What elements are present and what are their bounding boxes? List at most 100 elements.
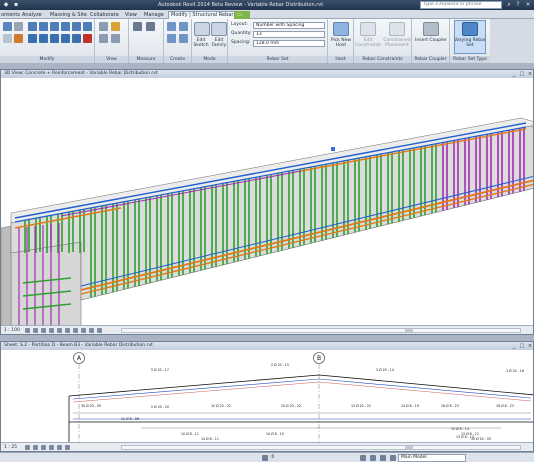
view-3d-scale[interactable]: 1 : 100 xyxy=(4,327,20,334)
filter-icon[interactable] xyxy=(380,455,386,461)
dimension-icon[interactable] xyxy=(146,22,155,31)
tab-options-toggle[interactable]: ▭ xyxy=(234,11,250,19)
view-sheet-maximize-icon[interactable]: □ xyxy=(519,343,525,349)
constrained-placement-icon[interactable] xyxy=(389,22,405,36)
search-icon[interactable]: ⌕ xyxy=(505,1,513,9)
varying-rebar-set-icon[interactable] xyxy=(462,22,478,36)
rebar-tag[interactable]: 2 Ø 20 - 20 xyxy=(151,404,169,409)
save-icon[interactable]: ▪ xyxy=(12,1,20,9)
edit-family-icon[interactable] xyxy=(211,22,227,36)
view-sheet-window[interactable]: Sheet: S.2 - Partition D - Beam B3 - Var… xyxy=(0,341,534,452)
sheet-shadows-icon[interactable] xyxy=(49,445,54,450)
view-sheet-scale[interactable]: 1 : 25 xyxy=(4,444,17,451)
view-sheet-scroll-thumb[interactable] xyxy=(405,446,413,449)
array-icon[interactable] xyxy=(61,34,70,43)
pick-host-icon[interactable] xyxy=(333,22,349,36)
temp-hide-icon[interactable] xyxy=(89,328,94,333)
offset-icon[interactable] xyxy=(39,22,48,31)
create-assembly-icon[interactable] xyxy=(167,22,176,31)
view-sheet-close-icon[interactable]: × xyxy=(527,343,533,349)
sheet-visual-style-icon[interactable] xyxy=(33,445,38,450)
stirrup-tag[interactable]: 12 Ø 8 - 08 xyxy=(121,416,139,421)
spacing-field[interactable]: 128.0 mm xyxy=(253,40,325,47)
app-menu-icon[interactable]: ◆ xyxy=(2,1,10,9)
rebar-tag[interactable]: 16 Ø 8 - 23 xyxy=(496,403,514,408)
view-filter-icon[interactable] xyxy=(111,34,120,43)
hide-icon[interactable] xyxy=(99,22,108,31)
copy-icon[interactable] xyxy=(50,34,59,43)
sheet-detail-level-icon[interactable] xyxy=(25,445,30,450)
rebar-tag[interactable]: 14 Ø 8 - 19 xyxy=(401,403,419,408)
rebar-tag[interactable]: 30 Ø 20 - 05 xyxy=(81,403,101,408)
sheet-crop-icon[interactable] xyxy=(57,445,62,450)
rebar-tag[interactable]: 10 Ø 20 - 22 xyxy=(281,403,301,408)
tab-modify-structural-rebar[interactable]: Modify | Structural Rebar xyxy=(168,11,237,19)
main-model-select[interactable]: Main Model xyxy=(398,454,466,462)
edit-sketch-icon[interactable] xyxy=(194,22,210,36)
stirrup-tag[interactable]: 15 Ø 8 - 14 xyxy=(451,426,469,431)
edit-constraints-button[interactable]: Edit Constraints xyxy=(354,38,382,48)
tab-contents[interactable]: ontents xyxy=(1,11,20,19)
move-icon[interactable] xyxy=(28,34,37,43)
tab-massing-site[interactable]: Massing & Site xyxy=(50,11,87,19)
layout-select[interactable]: Number with Spacing xyxy=(253,22,325,29)
tab-view[interactable]: View xyxy=(125,11,137,19)
rebar-tag[interactable]: 3 Ø 20 - 18 xyxy=(506,368,524,373)
rebar-tag[interactable]: 10 Ø 8 - 11 xyxy=(181,431,199,436)
rebar-tag[interactable]: 10 Ø 8 - 10 xyxy=(266,431,284,436)
sheet-temp-hide-icon[interactable] xyxy=(65,445,70,450)
sheet-sun-path-icon[interactable] xyxy=(41,445,46,450)
detail-level-icon[interactable] xyxy=(25,328,30,333)
shadows-icon[interactable] xyxy=(49,328,54,333)
close-icon[interactable]: × xyxy=(524,1,532,9)
properties-icon[interactable] xyxy=(3,34,12,43)
split-icon[interactable] xyxy=(61,22,70,31)
selection-grip[interactable] xyxy=(331,147,335,151)
rebar-tag[interactable]: 16 Ø 8 - 23 xyxy=(441,403,459,408)
edit-constraints-icon[interactable] xyxy=(360,22,376,36)
pick-new-host-button[interactable]: Pick New Host xyxy=(329,38,353,48)
delete-icon[interactable] xyxy=(83,34,92,43)
rebar-tag[interactable]: 3 Ø 20 - 14 xyxy=(376,367,394,372)
constrained-placement-button[interactable]: Constrained Placement xyxy=(382,38,412,48)
rebar-tag[interactable]: 5 Ø 20 - 17 xyxy=(151,367,169,372)
rotate-icon[interactable] xyxy=(39,34,48,43)
edit-family-button[interactable]: Edit Family xyxy=(210,38,228,48)
quantity-field[interactable]: 13 xyxy=(253,31,325,38)
tab-collaborate[interactable]: Collaborate xyxy=(90,11,119,19)
rebar-tag[interactable]: 12 Ø 20 - 22 xyxy=(351,403,371,408)
rebar-tag[interactable]: 10 Ø 20 - 22 xyxy=(211,403,231,408)
rebar-tag[interactable]: 30 Ø 20 - 05 xyxy=(471,436,491,441)
beam-3d-model[interactable] xyxy=(1,78,534,327)
design-options-icon[interactable] xyxy=(360,455,366,461)
reveal-hidden-icon[interactable] xyxy=(97,328,102,333)
search-input[interactable]: Type a keyword or phrase xyxy=(420,1,502,9)
beam-section-drawing[interactable]: A B 5 Ø 20 - 172 Ø 20 - 153 Ø 20 - 14 3 Ø… xyxy=(1,350,534,444)
view-sheet-scrollbar[interactable] xyxy=(121,445,521,450)
align-icon[interactable] xyxy=(28,22,37,31)
view-3d-scroll-thumb[interactable] xyxy=(405,329,413,332)
tab-manage[interactable]: Manage xyxy=(144,11,164,19)
create-similar-icon[interactable] xyxy=(179,34,188,43)
select-links-icon[interactable] xyxy=(390,455,396,461)
edit-sketch-button[interactable]: Edit Sketch xyxy=(192,38,210,48)
rebar-tag[interactable]: 14 Ø 8 - 11 xyxy=(201,436,219,441)
scale-icon[interactable] xyxy=(72,34,81,43)
measure-icon[interactable] xyxy=(133,22,142,31)
view-sheet-minimize-icon[interactable]: _ xyxy=(511,343,517,349)
help-icon[interactable]: ? xyxy=(514,1,522,9)
sun-path-icon[interactable] xyxy=(41,328,46,333)
paste-icon[interactable] xyxy=(3,22,12,31)
visual-style-icon[interactable] xyxy=(33,328,38,333)
crop-icon[interactable] xyxy=(65,328,70,333)
render-icon[interactable] xyxy=(57,328,62,333)
lock-view-icon[interactable] xyxy=(81,328,86,333)
pin-icon[interactable] xyxy=(83,22,92,31)
view-3d-minimize-icon[interactable]: _ xyxy=(511,71,517,77)
worksets-icon[interactable] xyxy=(262,455,268,461)
view-3d-maximize-icon[interactable]: □ xyxy=(519,71,525,77)
stirrup-tag[interactable]: 13 Ø 8 - 13 xyxy=(456,434,474,439)
coupler-icon[interactable] xyxy=(423,22,439,36)
tab-analyze[interactable]: Analyze xyxy=(22,11,42,19)
view-3d-close-icon[interactable]: × xyxy=(527,71,533,77)
